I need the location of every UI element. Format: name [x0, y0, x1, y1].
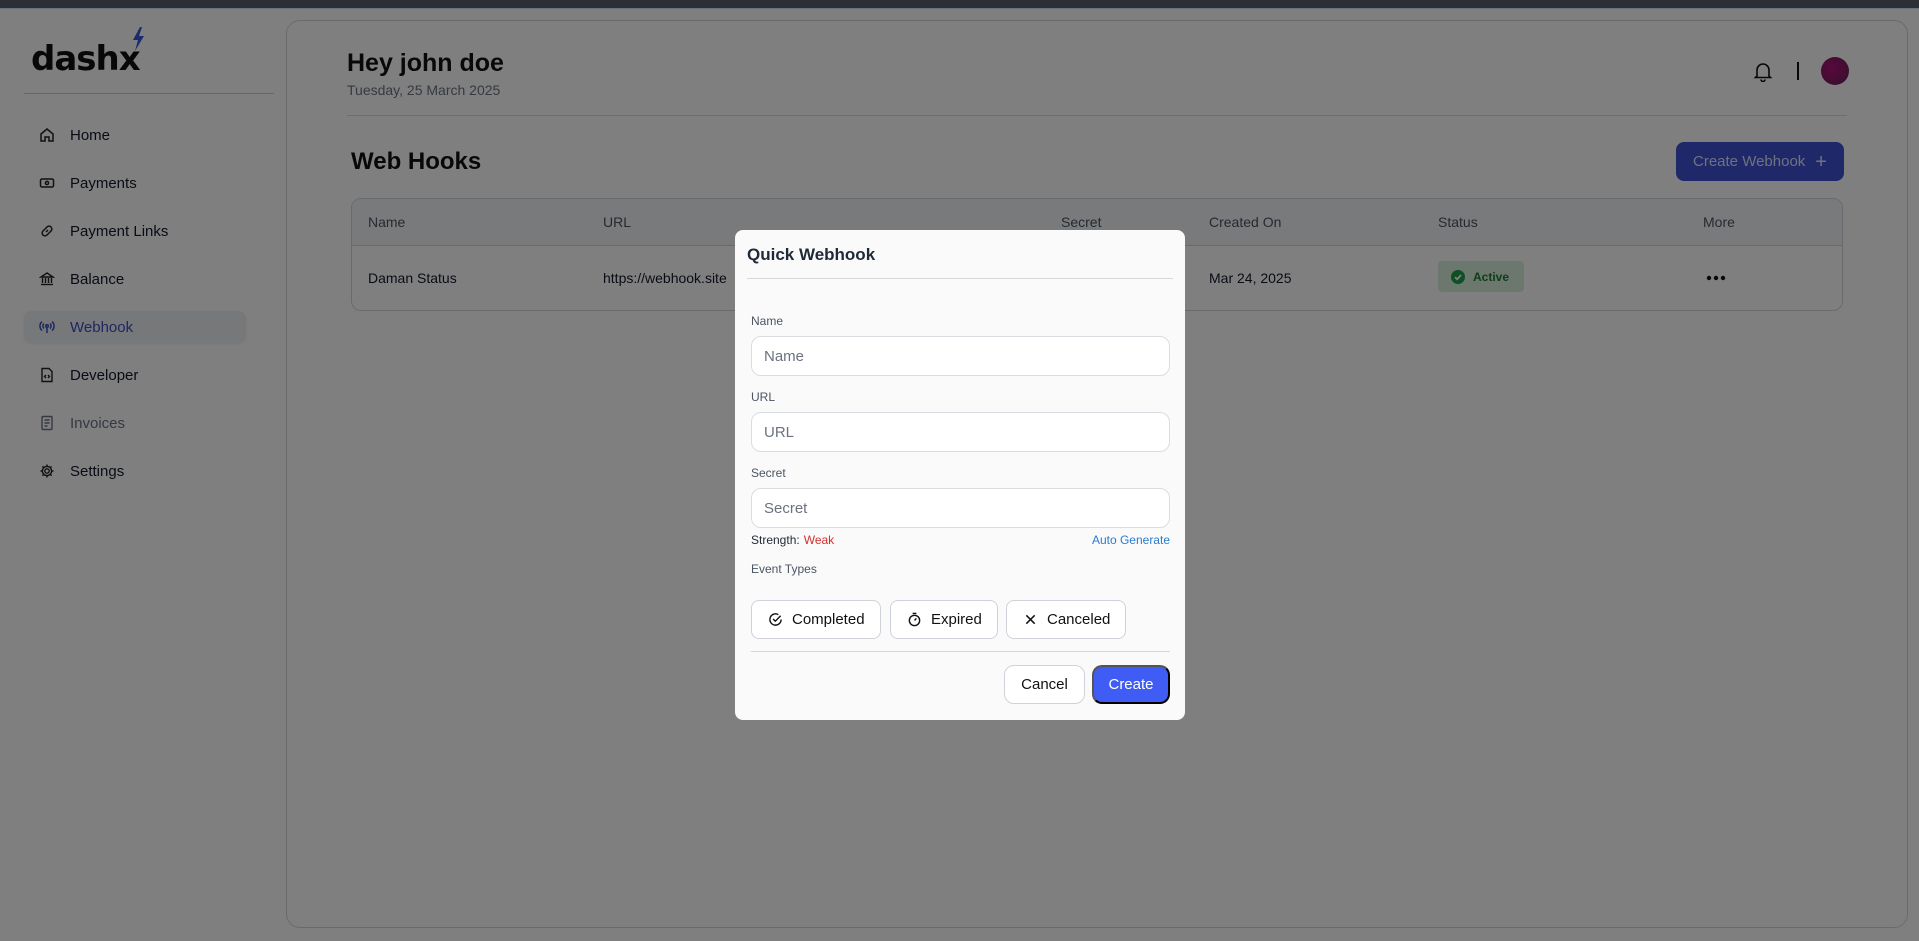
event-types-label: Event Types [751, 562, 817, 576]
name-input[interactable] [751, 336, 1170, 376]
dialog-footer-divider [751, 651, 1170, 652]
event-type-label: Canceled [1047, 611, 1111, 628]
stopwatch-icon [906, 612, 922, 628]
strength-value: Weak [803, 533, 835, 547]
x-icon [1022, 612, 1038, 628]
event-type-label: Expired [931, 611, 982, 628]
cancel-button[interactable]: Cancel [1004, 665, 1085, 704]
url-input[interactable] [751, 412, 1170, 452]
quick-webhook-dialog: Quick Webhook Name URL Secret Strength:W… [735, 230, 1185, 720]
event-type-label: Completed [792, 611, 865, 628]
secret-label: Secret [751, 466, 786, 480]
event-type-completed[interactable]: Completed [751, 600, 881, 639]
url-label: URL [751, 390, 776, 404]
secret-input[interactable] [751, 488, 1170, 528]
create-button[interactable]: Create [1092, 665, 1170, 704]
dialog-title: Quick Webhook [747, 245, 876, 264]
dialog-divider [747, 278, 1173, 279]
check-circle-icon [767, 612, 783, 628]
event-type-expired[interactable]: Expired [890, 600, 998, 639]
name-label: Name [751, 314, 784, 328]
secret-strength: Strength: Weak [751, 533, 834, 547]
strength-label: Strength: [751, 533, 800, 547]
event-type-canceled[interactable]: Canceled [1006, 600, 1127, 639]
browser-top-strip [0, 0, 1919, 9]
auto-generate-link[interactable]: Auto Generate [1092, 533, 1170, 547]
